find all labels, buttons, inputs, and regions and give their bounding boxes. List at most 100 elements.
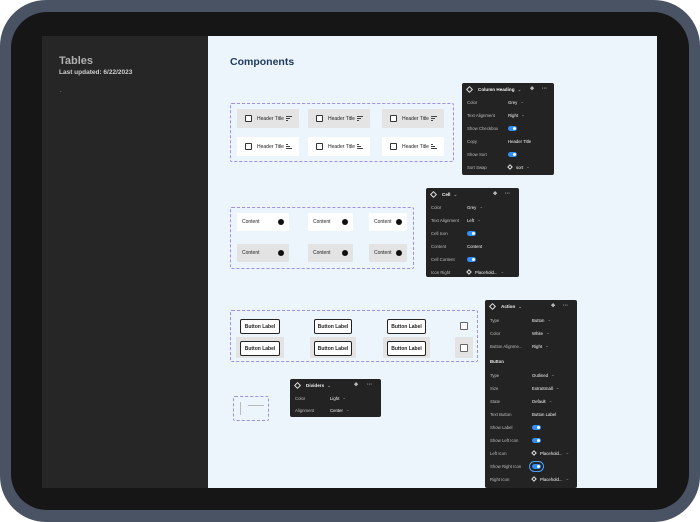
show-sort-toggle[interactable] <box>508 152 517 157</box>
sort-icon <box>357 116 363 121</box>
sort-icon <box>431 116 437 121</box>
prop-label: Type <box>490 372 500 378</box>
prop-color-select[interactable]: White ⌄ <box>532 329 550 337</box>
prop-text-alignment-select[interactable]: Right ⌄ <box>508 111 525 119</box>
target-icon[interactable]: ✥ <box>493 191 497 197</box>
dividers-panel[interactable]: Dividers ⌄ ✥ ··· Color Light ⌄ Alignment Cen… <box>290 379 381 417</box>
header-cell[interactable]: Header Title <box>308 137 370 156</box>
prop-copy-input[interactable]: Header Title <box>508 137 531 145</box>
prop-label: State <box>490 398 501 404</box>
prop-label: Icon Right <box>431 269 451 275</box>
header-cell[interactable]: Header Title <box>382 109 444 128</box>
last-updated: Last updated: 6/22/2023 <box>59 69 133 76</box>
action-panel[interactable]: Action ⌄ ✥ ··· Type Button ⌄ Color White ⌄ Bu… <box>485 300 577 488</box>
target-icon[interactable]: ✥ <box>551 303 555 309</box>
action-button[interactable]: Button Label <box>387 319 426 334</box>
prop-sort-swap[interactable]: sort ⌄ <box>507 163 530 171</box>
component-icon <box>293 381 302 390</box>
component-icon <box>488 302 497 311</box>
prop-size-select[interactable]: ExtraSmall ⌄ <box>532 384 559 392</box>
prop-type-select[interactable]: Button ⌄ <box>532 316 551 324</box>
prop-label: Size <box>490 385 499 391</box>
target-icon[interactable]: ✥ <box>530 86 534 92</box>
dot-icon <box>278 219 284 225</box>
prop-label: Type <box>490 317 500 323</box>
show-right-icon-toggle[interactable] <box>529 461 544 472</box>
cell[interactable]: Content <box>369 244 407 262</box>
action-button[interactable]: Button Label <box>240 341 280 356</box>
action-button[interactable]: Button Label <box>240 319 280 334</box>
dividers-component-set[interactable] <box>233 396 269 421</box>
checkbox-icon <box>316 115 323 122</box>
dot-icon <box>278 250 284 256</box>
page-title: Tables <box>59 55 94 67</box>
prop-color-select[interactable]: Grey ⌄ <box>467 203 483 211</box>
prop-label: Cell Icon <box>431 230 448 236</box>
prop-icon-right[interactable]: Placehold... ⌄ <box>466 268 504 276</box>
action-button[interactable]: Button Label <box>314 341 352 356</box>
action-checkbox[interactable] <box>460 344 468 352</box>
dot-icon <box>396 250 402 256</box>
cell[interactable]: Content <box>308 244 353 262</box>
action-button[interactable]: Button Label <box>387 341 426 356</box>
more-icon[interactable]: ··· <box>563 303 568 309</box>
target-icon[interactable]: ✥ <box>354 382 358 388</box>
vertical-divider <box>240 402 241 415</box>
prop-color-select[interactable]: Light ⌄ <box>330 394 346 402</box>
chevron-down-icon[interactable]: ⌄ <box>518 304 522 310</box>
prop-left-icon[interactable]: Placehold... ⌄ <box>531 449 569 457</box>
prop-label: Text Alignment <box>467 112 495 118</box>
cell[interactable]: Content <box>237 244 289 262</box>
prop-label: Color <box>467 99 478 105</box>
header-cell[interactable]: Header Title <box>382 137 444 156</box>
prop-label: Left Icon <box>490 450 507 456</box>
cell[interactable]: Content <box>308 213 353 231</box>
cell-icon-toggle[interactable] <box>467 231 476 236</box>
prop-label: Show Left Icon <box>490 437 519 443</box>
prop-text-alignment-select[interactable]: Left ⌄ <box>467 216 481 224</box>
prop-right-icon[interactable]: Placehold... ⌄ <box>531 475 569 483</box>
prop-content-input[interactable]: Content <box>467 242 482 250</box>
checkbox-icon <box>245 115 252 122</box>
column-heading-panel[interactable]: Column Heading ⌄ ✥ ··· Color Grey ⌄ Text Ali… <box>462 83 554 175</box>
action-button[interactable]: Button Label <box>314 319 352 334</box>
show-checkbox-toggle[interactable] <box>508 126 517 131</box>
dot-icon <box>396 219 402 225</box>
screen: Tables Last updated: 6/22/2023 . Compone… <box>42 36 657 488</box>
sort-icon <box>286 144 292 149</box>
prop-button-type-select[interactable]: Outlined ⌄ <box>532 371 555 379</box>
prop-label: Show Right Icon <box>490 463 522 469</box>
action-checkbox[interactable] <box>460 322 468 330</box>
show-label-toggle[interactable] <box>532 425 541 430</box>
header-cell[interactable]: Header Title <box>308 109 370 128</box>
chevron-down-icon[interactable]: ⌄ <box>518 87 522 93</box>
prop-label: Text Alignment <box>431 217 459 223</box>
prop-label: Color <box>490 330 501 336</box>
prop-text-button-input[interactable]: Button Label <box>532 410 556 418</box>
checkbox-icon <box>245 143 252 150</box>
cell-content-toggle[interactable] <box>467 257 476 262</box>
prop-label: Color <box>295 395 306 401</box>
chevron-down-icon[interactable]: ⌄ <box>453 192 457 198</box>
prop-alignment-select[interactable]: Center ⌄ <box>330 406 350 414</box>
sidebar-dot: . <box>60 88 62 94</box>
header-cell[interactable]: Header Title <box>237 137 299 156</box>
component-icon <box>531 476 537 482</box>
cell-panel[interactable]: Cell ⌄ ✥ ··· Color Grey ⌄ Text Alignment Lef… <box>426 188 519 277</box>
cell[interactable]: Content <box>237 213 289 231</box>
sort-icon <box>431 144 437 149</box>
component-icon <box>465 85 474 94</box>
component-icon <box>531 450 537 456</box>
component-icon <box>429 190 438 199</box>
prop-color-select[interactable]: Grey ⌄ <box>508 98 524 106</box>
more-icon[interactable]: ··· <box>367 382 372 388</box>
prop-state-select[interactable]: Default ⌄ <box>532 397 552 405</box>
more-icon[interactable]: ··· <box>505 191 510 197</box>
header-cell[interactable]: Header Title <box>237 109 299 128</box>
more-icon[interactable]: ··· <box>542 86 547 92</box>
show-left-icon-toggle[interactable] <box>532 438 541 443</box>
chevron-down-icon[interactable]: ⌄ <box>327 383 331 389</box>
prop-button-alignment-select[interactable]: Right ⌄ <box>532 342 549 350</box>
sort-icon <box>286 116 292 121</box>
cell[interactable]: Content <box>369 213 407 231</box>
